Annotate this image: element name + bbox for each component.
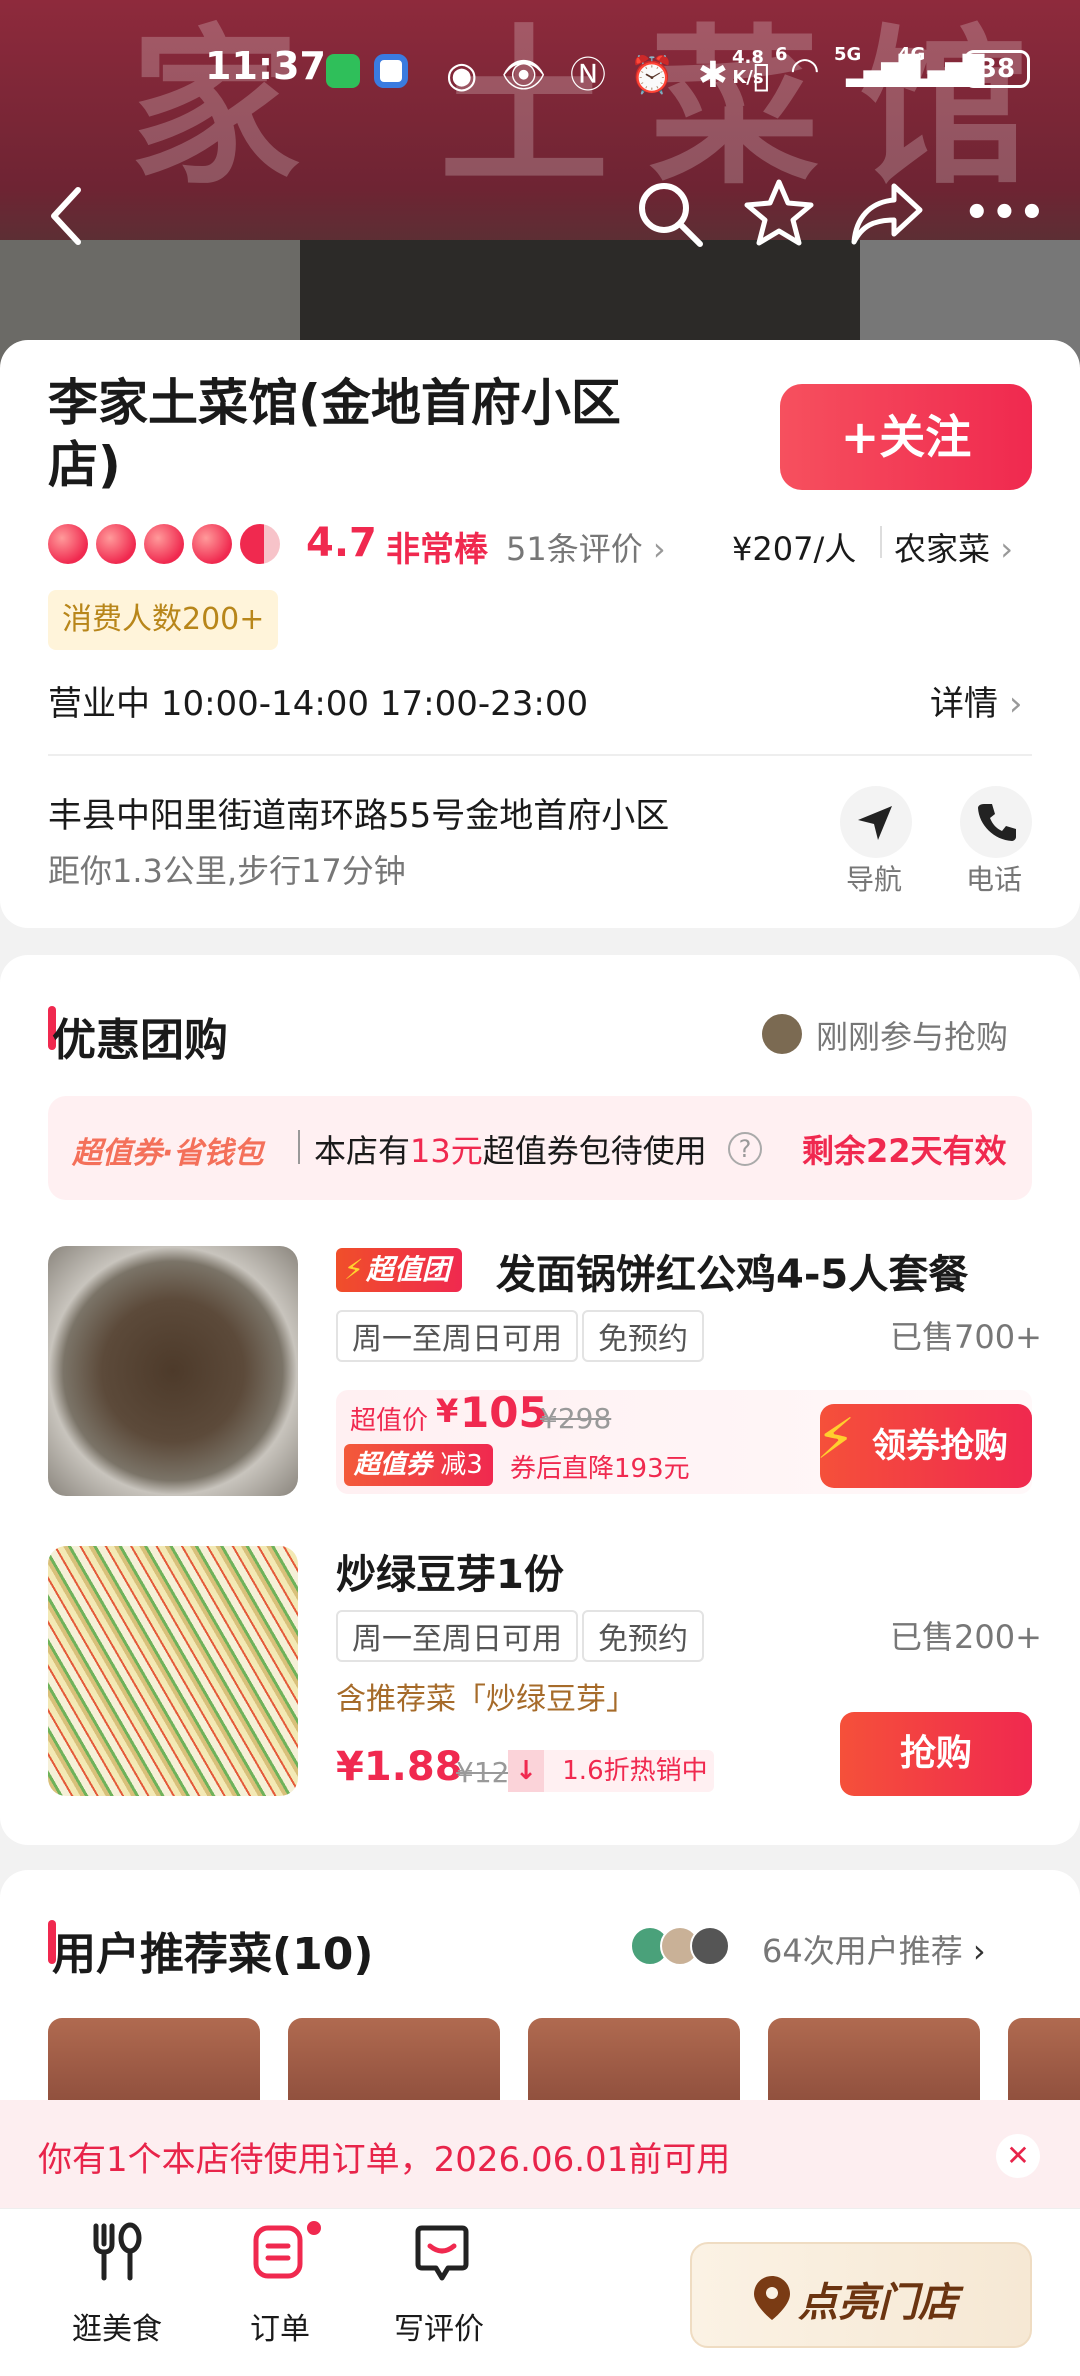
rating-score: 4.7 (306, 520, 377, 566)
pending-order-text: 你有1个本店待使用订单，2026.06.01前可用 (38, 2140, 731, 2180)
nav-item-orders[interactable]: 订单 (224, 2218, 334, 2347)
business-hours: 营业中 10:00-14:00 17:00-23:00 (48, 684, 589, 724)
buy-button[interactable]: 抢购 (840, 1712, 1032, 1796)
help-icon[interactable]: ? (728, 1132, 762, 1166)
notification-dot (304, 2218, 324, 2238)
store-address[interactable]: 丰县中阳里街道南环路55号金地首府小区 (48, 788, 669, 837)
lightning-icon: ⚡ (816, 1407, 856, 1472)
share-icon[interactable] (850, 180, 924, 246)
discount-badge: ↓ 1.6折热销中 (508, 1750, 714, 1792)
heart-icon (96, 524, 136, 564)
rating-hearts (48, 524, 280, 564)
group-buy-title: 优惠团购 (52, 1015, 228, 1066)
rating-text: 非常棒 (386, 530, 488, 570)
close-icon[interactable]: ✕ (996, 2134, 1040, 2178)
favorite-star-icon[interactable] (744, 178, 814, 248)
original-price: ¥12 (456, 1756, 510, 1789)
hero-sign-text: 家 土菜馆 (130, 10, 1070, 208)
partial-heart-icon (240, 524, 280, 564)
deal-tag: 免预约 (582, 1310, 704, 1362)
nav-label: 逛美食 (72, 2312, 162, 2347)
review-icon (415, 2225, 469, 2281)
coupon-tag: 超值券 减3 (344, 1444, 493, 1486)
call-button[interactable] (960, 786, 1032, 858)
nav-label: 写评价 (394, 2312, 484, 2347)
nav-label: 订单 (250, 2312, 310, 2347)
heart-icon (192, 524, 232, 564)
sold-count: 已售700+ (890, 1318, 1042, 1356)
order-icon (253, 2225, 303, 2279)
wifi-icon: ◠ (790, 50, 820, 90)
recent-purchase-text: 刚刚参与抢购 (816, 1018, 1009, 1056)
participant-avatar (762, 1014, 802, 1054)
net1-label: 6 (775, 44, 788, 65)
recommended-dishes-title: 用户推荐菜(10) (52, 1929, 374, 1980)
deal-price: 105 (460, 1388, 548, 1437)
heart-icon (144, 524, 184, 564)
deal-title[interactable]: 炒绿豆芽1份 (336, 1542, 564, 1600)
divider (298, 1130, 300, 1164)
nav-item-food[interactable]: 逛美食 (60, 2222, 170, 2347)
details-link[interactable]: 详情 › (930, 676, 1022, 725)
deal-tag: 周一至周日可用 (336, 1610, 578, 1662)
avatar (690, 1926, 730, 1966)
status-time: 11:37 (205, 44, 326, 88)
call-label: 电话 (966, 863, 1023, 896)
claim-coupon-buy-button[interactable]: ⚡ 领券抢购 (816, 1404, 1032, 1488)
after-coupon-text: 券后直降193元 (510, 1454, 690, 1484)
deal-tag: 免预约 (582, 1610, 704, 1662)
original-price: ¥298 (540, 1402, 612, 1435)
lightning-icon: ⚡ (344, 1253, 364, 1286)
location-pin-icon (754, 2276, 790, 2320)
fork-spoon-icon (93, 2222, 142, 2281)
coupon-brand: 超值券·省钱包 (72, 1136, 264, 1171)
sold-count: 已售200+ (890, 1618, 1042, 1656)
price-per-person: ¥207/人 (732, 530, 857, 568)
coupon-validity: 剩余22天有效 (802, 1132, 1007, 1170)
divider (880, 526, 882, 558)
timer-app-icon (326, 54, 360, 88)
deal-tag: 周一至周日可用 (336, 1310, 578, 1362)
distance-text: 距你1.3公里,步行17分钟 (48, 852, 406, 890)
deal-image-bean-sprouts[interactable] (48, 1546, 298, 1796)
navigate-button[interactable] (840, 786, 912, 858)
deal-price: ¥1.88 (336, 1744, 463, 1790)
navigate-label: 导航 (846, 863, 903, 896)
nav-item-review[interactable]: 写评价 (386, 2222, 496, 2347)
heart-icon (48, 524, 88, 564)
battery-indicator: 38 (964, 50, 1030, 88)
recommender-avatars (630, 1926, 750, 1970)
search-icon[interactable] (636, 180, 706, 250)
down-arrow-icon: ↓ (508, 1750, 544, 1792)
store-name: 李家土菜馆(金地首府小区店) (48, 374, 621, 494)
navigation-arrow-icon (858, 806, 892, 840)
light-up-store-label: 点亮门店 (798, 2280, 958, 2326)
camera-app-icon (374, 54, 408, 88)
deal-image-chicken[interactable] (48, 1246, 298, 1496)
deal-title[interactable]: 发面锅饼红公鸡4-5人套餐 (496, 1242, 968, 1300)
value-deal-badge: ⚡ 超值团 (336, 1248, 463, 1292)
price-currency: ¥ (436, 1392, 459, 1430)
light-up-store-button[interactable]: 点亮门店 (690, 2242, 1032, 2348)
category-link[interactable]: 农家菜 › (894, 524, 1013, 570)
status-icons: ◉ 👁 Ⓝ ⏰ ✱ ▯ (446, 55, 778, 96)
network-speed: 4.8 K/s (732, 47, 764, 88)
recommend-count-link[interactable]: 64次用户推荐 › (762, 1926, 986, 1972)
reviews-link[interactable]: 51条评价 › (506, 524, 666, 570)
price-label: 超值价 (350, 1406, 429, 1436)
divider (48, 754, 1032, 756)
more-options-icon[interactable]: ••• (964, 190, 1047, 236)
recommended-dish-note: 含推荐菜「炒绿豆芽」 (336, 1682, 636, 1717)
phone-icon (978, 804, 1016, 841)
follow-button[interactable]: +关注 (780, 384, 1032, 490)
coupon-text: 本店有13元超值券包待使用 (314, 1132, 707, 1170)
back-arrow-icon[interactable] (48, 186, 88, 246)
consumer-count-badge: 消费人数200+ (48, 590, 279, 650)
